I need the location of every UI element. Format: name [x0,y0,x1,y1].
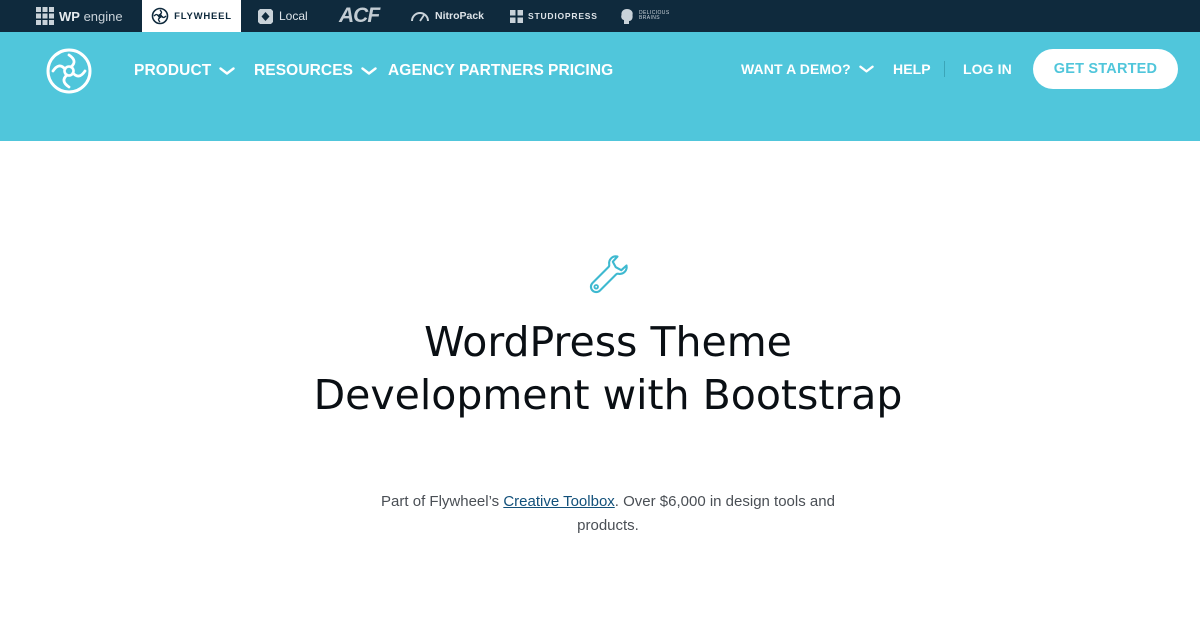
brand-wpengine-label: WP engine [59,8,123,24]
nav-want-a-demo-label: WANT A DEMO? [741,61,851,77]
wrench-icon [589,255,628,294]
chevron-down-icon [361,66,377,75]
page-title: WordPress Theme Development with Bootstr… [313,318,903,419]
gauge-icon [411,12,429,22]
nav-resources-label: RESOURCES [254,62,354,79]
brand-flywheel-link[interactable]: FLYWHEEL [142,0,241,32]
nav-agency-partners-label: AGENCY PARTNERS [388,62,544,79]
brand-local-label: Local [279,9,308,23]
brand-nitropack-label: NitroPack [435,10,485,22]
brand-delicious-brains-link[interactable]: DELICIOUS BRAINS [620,0,670,32]
nav-resources[interactable]: RESOURCES [254,62,377,80]
wpengine-grid-icon [36,7,54,25]
chevron-down-icon [859,65,874,72]
nav-pricing[interactable]: PRICING [548,62,613,80]
brand-nitropack-link[interactable]: NitroPack [410,0,484,32]
nav-divider [944,61,945,77]
get-started-button[interactable]: GET STARTED [1033,49,1178,89]
hero-subtitle-intro: Part of Flywheel’s [381,493,504,510]
nav-pricing-label: PRICING [548,62,614,79]
hero-subtitle: Part of Flywheel’s Creative Toolbox. Ove… [360,490,856,538]
brain-icon [621,8,633,24]
flywheel-logo-icon[interactable] [44,46,94,96]
local-icon [258,8,273,24]
brand-delicious-label: DELICIOUS BRAINS [639,10,670,21]
brand-wpengine-link[interactable]: WP engine [36,0,123,32]
nav-help-label: HELP [893,61,931,77]
brand-flywheel-label: FLYWHEEL [174,10,232,22]
chevron-down-icon [219,66,236,75]
brand-acf-link[interactable]: ACF [339,0,380,32]
brand-studiopress-label: STUDIOPRESS [528,11,598,21]
nav-want-a-demo[interactable]: WANT A DEMO? [741,61,874,77]
site-header: PRODUCT RESOURCES AGENCY PARTNERS PRICIN… [0,32,1200,141]
brand-local-link[interactable]: Local [257,0,308,32]
nav-product-label: PRODUCT [134,62,212,79]
nav-log-in[interactable]: LOG IN [963,61,1012,77]
hero-subtitle-outro: . Over $6,000 in design tools and produc… [577,493,835,534]
nav-log-in-label: LOG IN [963,61,1012,77]
nav-help[interactable]: HELP [893,61,931,77]
flywheel-icon [151,7,169,25]
nav-product[interactable]: PRODUCT [134,62,236,80]
creative-toolbox-link[interactable]: Creative Toolbox [503,493,614,510]
brand-studiopress-link[interactable]: STUDIOPRESS [510,0,598,32]
nav-agency-partners[interactable]: AGENCY PARTNERS [388,62,544,80]
studiopress-icon [510,9,523,23]
brand-bar: WP engine FLYWHEEL Local ACF NitroPack S… [0,0,1200,32]
brand-acf-label: ACF [339,4,380,27]
